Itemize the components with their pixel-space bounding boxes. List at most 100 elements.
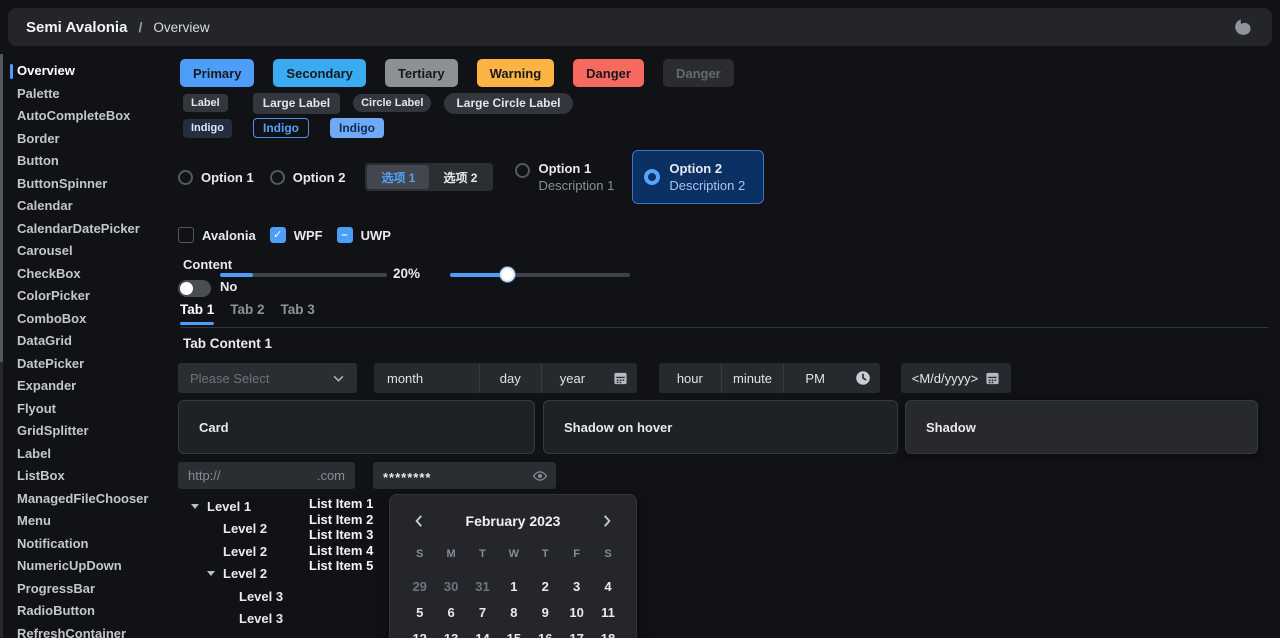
eye-icon[interactable] — [532, 468, 548, 484]
card[interactable]: Card — [178, 400, 535, 454]
tree-node[interactable]: Level 1 — [178, 495, 308, 518]
calendar-day-cell[interactable]: 13 — [435, 625, 466, 638]
calendar-prev-button[interactable] — [408, 510, 430, 532]
radio-with-description[interactable]: Option 1 Description 1 — [515, 160, 614, 194]
sidebar-item[interactable]: Carousel — [3, 240, 173, 263]
slider-2-thumb[interactable] — [500, 267, 515, 282]
sidebar-item[interactable]: ColorPicker — [3, 285, 173, 308]
sidebar-item[interactable]: ProgressBar — [3, 578, 173, 601]
segment-option[interactable]: 选项 2 — [429, 165, 491, 189]
clock-icon-button[interactable] — [846, 363, 880, 393]
sidebar-item[interactable]: Palette — [3, 83, 173, 106]
tree-node[interactable]: Level 3 — [178, 608, 308, 631]
calendar-month-title[interactable]: February 2023 — [430, 513, 596, 529]
sidebar-item[interactable]: DataGrid — [3, 330, 173, 353]
sidebar-item[interactable]: Notification — [3, 533, 173, 556]
expand-arrow-icon[interactable] — [191, 504, 199, 509]
tab[interactable]: Tab 3 — [281, 302, 315, 325]
sidebar-item[interactable]: GridSplitter — [3, 420, 173, 443]
demo-button[interactable]: Danger — [573, 59, 644, 87]
sidebar-item[interactable]: DatePicker — [3, 353, 173, 376]
calendar-day-cell[interactable]: 9 — [530, 599, 561, 625]
calendar-day-cell[interactable]: 29 — [404, 573, 435, 599]
calendar-next-button[interactable] — [596, 510, 618, 532]
tab[interactable]: Tab 2 — [230, 302, 264, 325]
slider-2[interactable] — [450, 273, 630, 277]
url-input[interactable]: http:// .com — [178, 462, 355, 489]
calendar-day-cell[interactable]: 12 — [404, 625, 435, 638]
checkbox[interactable]: ✓ WPF — [270, 227, 323, 243]
list-item[interactable]: List Item 3 — [309, 527, 385, 543]
sidebar-item[interactable]: RefreshContainer — [3, 623, 173, 638]
expand-arrow-icon[interactable] — [207, 571, 215, 576]
demo-button[interactable]: Tertiary — [385, 59, 458, 87]
calendar-day-cell[interactable]: 6 — [435, 599, 466, 625]
calendar-day-cell[interactable]: 16 — [530, 625, 561, 638]
calendar-day-cell[interactable]: 17 — [561, 625, 592, 638]
sidebar-item[interactable]: Overview — [3, 60, 173, 83]
demo-button[interactable]: Secondary — [273, 59, 365, 87]
demo-button[interactable]: Warning — [477, 59, 555, 87]
sidebar-item[interactable]: Flyout — [3, 398, 173, 421]
sidebar-item[interactable]: Menu — [3, 510, 173, 533]
calendar-day-cell[interactable]: 31 — [467, 573, 498, 599]
tab[interactable]: Tab 1 — [180, 302, 214, 325]
checkbox[interactable]: Avalonia — [178, 227, 256, 243]
list-item[interactable]: List Item 4 — [309, 543, 385, 559]
sidebar-item[interactable]: Calendar — [3, 195, 173, 218]
radio-option-1[interactable]: Option 1 — [178, 170, 254, 185]
segment-option[interactable]: 选项 1 — [367, 165, 429, 189]
sidebar-item[interactable]: Label — [3, 443, 173, 466]
sidebar-item[interactable]: NumericUpDown — [3, 555, 173, 578]
calendar-day-cell[interactable]: 14 — [467, 625, 498, 638]
card[interactable]: Shadow on hover — [543, 400, 898, 454]
combobox[interactable]: Please Select — [178, 363, 357, 393]
date-month-segment[interactable]: month — [374, 363, 479, 393]
sidebar-item[interactable]: ManagedFileChooser — [3, 488, 173, 511]
calendar-day-cell[interactable]: 11 — [592, 599, 623, 625]
calendar-day-cell[interactable]: 18 — [592, 625, 623, 638]
list-item[interactable]: List Item 1 — [309, 496, 385, 512]
calendar-day-cell[interactable]: 3 — [561, 573, 592, 599]
list-item[interactable]: List Item 2 — [309, 512, 385, 528]
calendar-date-picker[interactable]: <M/d/yyyy> — [901, 363, 1011, 393]
calendar-day-cell[interactable]: 7 — [467, 599, 498, 625]
time-minute-segment[interactable]: minute — [721, 363, 784, 393]
radio-option-2[interactable]: Option 2 — [270, 170, 346, 185]
sidebar-item[interactable]: AutoCompleteBox — [3, 105, 173, 128]
date-year-segment[interactable]: year — [541, 363, 603, 393]
calendar-day-cell[interactable]: 1 — [498, 573, 529, 599]
card[interactable]: Shadow — [905, 400, 1258, 454]
sidebar-item[interactable]: ListBox — [3, 465, 173, 488]
demo-button[interactable]: Primary — [180, 59, 254, 87]
calendar-day-cell[interactable]: 5 — [404, 599, 435, 625]
calendar-day-cell[interactable]: 8 — [498, 599, 529, 625]
calendar-day-cell[interactable]: 2 — [530, 573, 561, 599]
list-item[interactable]: List Item 5 — [309, 558, 385, 574]
calendar-icon-button[interactable] — [603, 363, 637, 393]
sidebar-item[interactable]: ComboBox — [3, 308, 173, 331]
sidebar-item[interactable]: CheckBox — [3, 263, 173, 286]
sidebar-item[interactable]: ButtonSpinner — [3, 173, 173, 196]
sidebar-item[interactable]: Button — [3, 150, 173, 173]
demo-button[interactable]: Danger — [663, 59, 734, 87]
sidebar-item[interactable]: CalendarDatePicker — [3, 218, 173, 241]
tree-node[interactable]: Level 2 — [178, 563, 308, 586]
calendar-day-cell[interactable]: 15 — [498, 625, 529, 638]
slider-1[interactable] — [220, 273, 387, 277]
sidebar-item[interactable]: Border — [3, 128, 173, 151]
toggle-switch[interactable] — [178, 280, 211, 297]
calendar-day-cell[interactable]: 30 — [435, 573, 466, 599]
time-hour-segment[interactable]: hour — [659, 363, 721, 393]
tree-node[interactable]: Level 3 — [178, 585, 308, 608]
password-input[interactable]: ******** — [373, 462, 556, 489]
time-meridiem-segment[interactable]: PM — [783, 363, 846, 393]
sidebar-item[interactable]: Expander — [3, 375, 173, 398]
checkbox[interactable]: – UWP — [337, 227, 391, 243]
calendar-day-cell[interactable]: 10 — [561, 599, 592, 625]
sidebar-item[interactable]: RadioButton — [3, 600, 173, 623]
calendar-day-cell[interactable]: 4 — [592, 573, 623, 599]
radio-card-selected[interactable]: Option 2 Description 2 — [632, 150, 764, 204]
tree-node[interactable]: Level 2 — [178, 540, 308, 563]
date-day-segment[interactable]: day — [479, 363, 541, 393]
